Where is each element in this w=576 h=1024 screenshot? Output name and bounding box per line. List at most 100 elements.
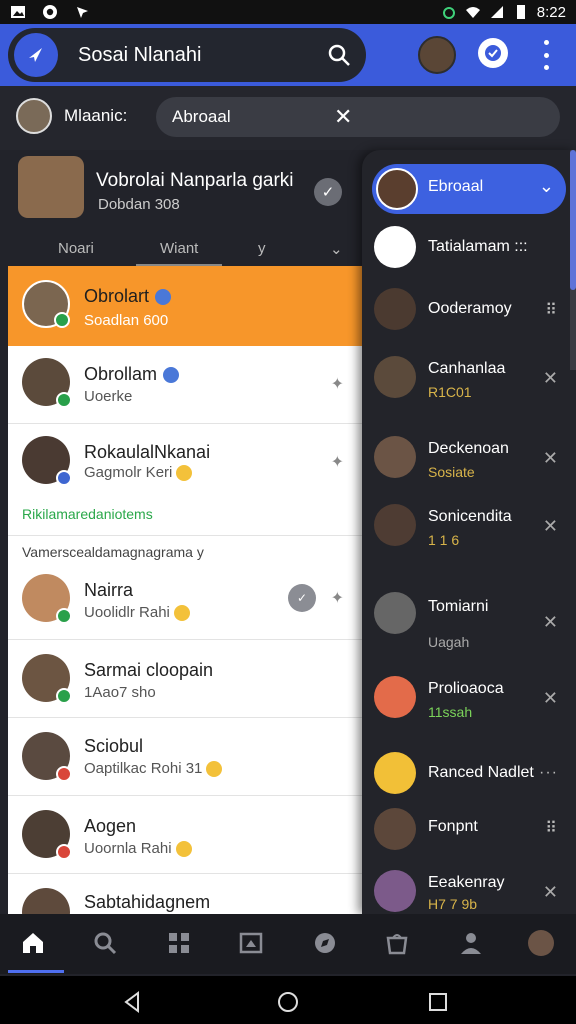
conversation-tabs: Noari Wiant y ⌄ (0, 230, 362, 266)
pin-icon[interactable]: ✦ (331, 374, 344, 394)
tab-1[interactable]: Wiant (160, 240, 198, 257)
drawer-item-name: Sonicendita (428, 508, 512, 525)
status-time: 8:22 (536, 3, 566, 21)
list-item-name: Obrolart (84, 286, 150, 306)
conversation-title: Vobrolai Nanparla garki (96, 170, 294, 191)
check-icon[interactable]: ✓ (314, 178, 342, 206)
location-arrow-icon (77, 7, 88, 18)
emoji-icon (173, 605, 190, 622)
conversation-subtitle: Dobdan 308 (98, 196, 180, 213)
drawer-scrollbar[interactable] (570, 150, 576, 370)
avatar (22, 888, 70, 914)
list-item[interactable]: Obrollam Uoerke ✦ (8, 346, 362, 424)
verified-icon (155, 289, 172, 306)
user-avatar[interactable] (16, 98, 52, 134)
alarm-icon (442, 7, 455, 19)
home-circle-icon[interactable] (276, 990, 300, 1014)
tab-0[interactable]: Noari (58, 240, 94, 257)
avatar (376, 168, 418, 210)
search-icon[interactable] (92, 930, 118, 956)
drawer-item-name: Deckenoan (428, 440, 509, 457)
grid-icon[interactable] (166, 930, 192, 956)
mute-icon[interactable]: ✓ (288, 584, 316, 612)
close-icon[interactable]: ✕ (543, 612, 558, 633)
account-avatar[interactable] (528, 930, 554, 956)
conversation-avatar[interactable] (18, 156, 84, 218)
shopping-bag-icon[interactable] (384, 930, 410, 956)
avatar (22, 436, 72, 486)
close-icon[interactable]: ✕ (543, 688, 558, 709)
contacts-drawer: Ebroaal ⌄ Tatialamam ::: Ooderamoy ⠿ Can… (362, 150, 576, 914)
home-icon[interactable] (20, 930, 46, 956)
list-item[interactable]: Vamerscealdamagnagrama y Nairra Uoolidlr… (8, 536, 362, 640)
drag-handle-icon[interactable]: ⠿ (545, 818, 558, 838)
close-icon[interactable]: ✕ (543, 516, 558, 537)
app-title: Sosai Nlanahi (78, 43, 202, 66)
recents-icon[interactable] (426, 990, 450, 1014)
list-item-subtitle: Uoornla Rahi (84, 840, 172, 857)
avatar (22, 358, 72, 408)
app-logo-icon[interactable] (14, 33, 58, 77)
avatar (22, 280, 70, 328)
avatar (374, 226, 416, 268)
drawer-item-subtitle: H7 7 9b (428, 896, 478, 912)
drag-handle-icon[interactable]: ⠿ (545, 300, 558, 320)
search-bar[interactable]: Sosai Nlanahi (8, 28, 366, 82)
list-item-name: Sabtahidagnem (84, 892, 211, 912)
list-item[interactable]: Sabtahidagnem (8, 874, 362, 914)
avatar (374, 288, 416, 330)
list-item-subtitle: Soadlan 600 (84, 312, 169, 329)
list-item-subtitle: Uoerke (84, 388, 133, 405)
list-item[interactable]: Obrolart Soadlan 600 (8, 266, 362, 346)
section-label: Rikilamaredaniotems (22, 506, 153, 522)
notification-badge-icon[interactable] (478, 38, 508, 68)
avatar (374, 676, 416, 718)
avatar (22, 654, 72, 704)
back-icon[interactable] (120, 990, 144, 1014)
verified-icon (163, 367, 180, 384)
close-icon[interactable]: ✕ (334, 104, 372, 130)
profile-icon[interactable] (458, 930, 484, 956)
list-item[interactable]: RokaulalNkanai Gagmolr Keri ✦ Rikilamare… (8, 424, 362, 536)
list-item[interactable]: Sciobul Oaptilkac Rohi 31 (8, 718, 362, 796)
bottom-navigation (0, 914, 576, 974)
wifi-icon (465, 7, 480, 18)
image-icon (11, 6, 25, 18)
drawer-item-name: Fonpnt (428, 818, 478, 835)
avatar (374, 356, 416, 398)
drawer-item-subtitle: R1C01 (428, 384, 472, 400)
battery-icon (516, 5, 525, 19)
pin-icon[interactable]: ✦ (331, 452, 344, 472)
more-options-icon[interactable]: ··· (539, 764, 558, 782)
drawer-item-name: Eeakenray (428, 874, 505, 891)
drawer-active-item[interactable]: Ebroaal ⌄ (372, 164, 566, 214)
pin-icon[interactable]: ✦ (331, 588, 344, 608)
chevron-down-icon[interactable]: ⌄ (539, 176, 554, 197)
profile-avatar[interactable] (418, 36, 456, 74)
list-item-count: 31 (185, 760, 203, 777)
close-icon[interactable]: ✕ (543, 448, 558, 469)
explore-icon[interactable] (312, 930, 338, 956)
user-name: Mlaanic: (64, 106, 128, 125)
app-screen: 8:22 Sosai Nlanahi Mlaanic: Abroaal ✕ Vo… (0, 0, 576, 1024)
close-icon[interactable]: ✕ (543, 368, 558, 389)
drawer-item-name: Tatialamam ::: (428, 238, 528, 255)
conversation-header: Vobrolai Nanparla garki Dobdan 308 ✓ Noa… (0, 150, 362, 266)
media-icon[interactable] (238, 930, 264, 956)
tab-2[interactable]: y (258, 240, 266, 257)
emoji-icon (206, 761, 223, 778)
signal-icon (490, 6, 503, 18)
more-options-icon[interactable] (538, 40, 554, 70)
list-item[interactable]: Aogen Uoornla Rahi (8, 796, 362, 874)
avatar (374, 870, 416, 912)
avatar (374, 752, 416, 794)
avatar (22, 574, 72, 624)
list-item[interactable]: Sarmai cloopain 1Aao7 sho (8, 640, 362, 718)
chevron-down-icon[interactable]: ⌄ (330, 240, 343, 258)
search-icon[interactable] (326, 42, 352, 68)
drawer-item-subtitle: 1 1 6 (428, 532, 460, 548)
list-item-name: Sciobul (84, 736, 144, 756)
drawer-item-name: Ranced Nadlet (428, 764, 534, 781)
list-item-name: Aogen (84, 816, 137, 836)
close-icon[interactable]: ✕ (543, 882, 558, 903)
